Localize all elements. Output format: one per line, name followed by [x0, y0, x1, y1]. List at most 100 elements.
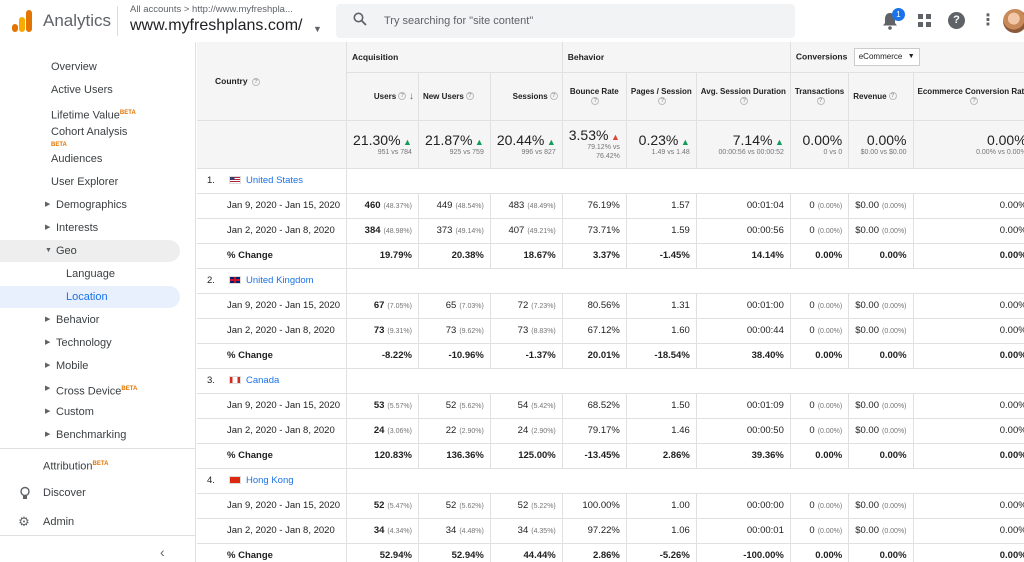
- dimension-header[interactable]: Country ?: [197, 42, 348, 121]
- help-icon[interactable]: ?: [948, 12, 965, 29]
- sidebar-item-attribution[interactable]: AttributionBETA: [0, 453, 180, 475]
- totals-cell: 0.00% $0.00 vs $0.00: [848, 120, 914, 169]
- metric-share: (7.03%): [459, 303, 484, 310]
- metric-value: 76.19%: [587, 200, 620, 211]
- totals-value: 3.53%: [568, 127, 609, 143]
- totals-value: 21.30%: [353, 131, 401, 148]
- metric-share: (0.00%): [882, 428, 907, 435]
- column-header-label: Revenue: [853, 91, 887, 101]
- sidebar-item-cross-device[interactable]: ▶ Cross DeviceBETA: [0, 378, 180, 400]
- more-vert-icon[interactable]: ⋮: [980, 12, 996, 30]
- search-input[interactable]: [384, 12, 774, 30]
- metric-cell: -18.54%: [626, 343, 697, 369]
- sidebar-item-label: Mobile: [56, 360, 89, 372]
- help-icon[interactable]: ?: [658, 96, 667, 105]
- metric-value: 00:00:00: [746, 500, 784, 511]
- metric-share: (48.49%): [527, 203, 556, 210]
- caret-down-icon[interactable]: ▼: [313, 24, 322, 34]
- row-index: 2.: [207, 275, 215, 286]
- sidebar-item-admin[interactable]: ⚙ Admin: [0, 511, 180, 533]
- metric-cell: -1.37%: [490, 343, 563, 369]
- sidebar-item-benchmarking[interactable]: ▶ Benchmarking: [0, 424, 180, 446]
- sidebar-item-discover[interactable]: Discover: [0, 482, 180, 504]
- sidebar-item-behavior[interactable]: ▶ Behavior: [0, 309, 180, 331]
- metric-value: 19.79%: [379, 250, 412, 261]
- metric-value: 00:00:50: [746, 425, 784, 436]
- column-header[interactable]: Pages / Session?: [626, 72, 697, 121]
- metric-value: $0.00: [855, 425, 879, 436]
- metric-cell: 54 (5.42%): [490, 393, 563, 419]
- sidebar-item-custom[interactable]: ▶ Custom: [0, 401, 180, 423]
- metric-share: (0.00%): [882, 228, 907, 235]
- country-link[interactable]: Canada: [246, 375, 279, 386]
- column-header[interactable]: Sessions?: [490, 72, 563, 121]
- column-header[interactable]: Bounce Rate?: [562, 72, 627, 121]
- totals-value: 0.00%: [866, 131, 907, 148]
- help-icon[interactable]: ?: [888, 92, 897, 101]
- metric-cell: 0.00%: [913, 493, 1024, 519]
- conversion-type-select[interactable]: eCommerce ▼: [853, 47, 920, 66]
- sidebar-item-active-users[interactable]: Active Users: [0, 79, 180, 101]
- avatar[interactable]: [1003, 9, 1024, 33]
- sidebar-item-language[interactable]: Language: [0, 263, 180, 285]
- metric-cell: 0.00%: [848, 443, 914, 469]
- collapse-sidebar-chevron-icon[interactable]: ‹: [160, 544, 165, 560]
- row-index: 1.: [207, 175, 215, 186]
- top-bar: Analytics All accounts > http://www.myfr…: [0, 0, 1024, 42]
- column-header[interactable]: Ecommerce Conversion Rate?: [913, 72, 1024, 121]
- help-icon[interactable]: ?: [816, 96, 825, 105]
- metric-cell: 373 (49.14%): [418, 218, 491, 244]
- country-link[interactable]: United Kingdom: [246, 275, 314, 286]
- date-range-label: Jan 2, 2020 - Jan 8, 2020: [197, 518, 348, 544]
- metric-value: 52.94%: [451, 550, 484, 561]
- help-icon[interactable]: ?: [970, 96, 979, 105]
- metric-value: $0.00: [855, 400, 879, 411]
- help-icon[interactable]: ?: [398, 92, 407, 101]
- metric-cell: 1.60: [626, 318, 697, 344]
- help-icon[interactable]: ?: [549, 92, 558, 101]
- sidebar-item-user-explorer[interactable]: User Explorer: [0, 171, 180, 193]
- metric-cell: 20.01%: [562, 343, 627, 369]
- column-header[interactable]: New Users?: [418, 72, 491, 121]
- sidebar-item-cohort-analysis[interactable]: Cohort Analysis BETA: [0, 121, 180, 148]
- column-header[interactable]: Transactions?: [790, 72, 850, 121]
- help-icon[interactable]: ?: [591, 96, 600, 105]
- sidebar-item-geo[interactable]: ▼ Geo: [0, 240, 180, 262]
- sidebar-item-mobile[interactable]: ▶ Mobile: [0, 355, 180, 377]
- account-selector[interactable]: www.myfreshplans.com/: [130, 17, 303, 35]
- sidebar-item-demographics[interactable]: ▶ Demographics: [0, 194, 180, 216]
- beta-badge: BETA: [92, 461, 109, 467]
- column-header[interactable]: Avg. Session Duration?: [696, 72, 791, 121]
- country-link[interactable]: United States: [246, 175, 303, 186]
- country-link[interactable]: Hong Kong: [246, 475, 294, 486]
- sidebar-item-overview[interactable]: Overview: [0, 56, 180, 78]
- column-header[interactable]: Users? ↓: [346, 72, 419, 121]
- metric-share: (4.34%): [387, 528, 412, 535]
- sidebar-item-technology[interactable]: ▶ Technology: [0, 332, 180, 354]
- account-breadcrumb[interactable]: All accounts > http://www.myfreshpla...: [130, 4, 293, 15]
- help-icon[interactable]: ?: [465, 92, 474, 101]
- totals-cell: 21.87% ▲ 925 vs 759: [418, 120, 491, 169]
- metric-cell: 0.00%: [848, 543, 914, 562]
- metric-value: 00:01:09: [746, 400, 784, 411]
- metric-value: -1.37%: [525, 350, 556, 361]
- sidebar-item-audiences[interactable]: Audiences: [0, 148, 180, 170]
- apps-grid-icon[interactable]: [918, 14, 932, 28]
- sidebar-item-label: Language: [66, 268, 115, 280]
- column-header[interactable]: Revenue?: [848, 72, 914, 121]
- sidebar-item-interests[interactable]: ▶ Interests: [0, 217, 180, 239]
- metric-value: 0.00%: [999, 400, 1024, 411]
- metric-cell: 00:00:01: [696, 518, 791, 544]
- search-bar[interactable]: [336, 4, 795, 38]
- metric-value: 136.36%: [446, 450, 484, 461]
- sidebar-item-location[interactable]: Location: [0, 286, 180, 308]
- analytics-logo-icon[interactable]: [12, 10, 32, 32]
- metric-cell: 125.00%: [490, 443, 563, 469]
- flag-us-icon: [229, 176, 241, 185]
- metric-value: 384: [364, 225, 381, 236]
- metric-share: (0.00%): [817, 303, 843, 310]
- metric-cell: 73 (9.62%): [418, 318, 491, 344]
- help-icon[interactable]: ?: [251, 77, 260, 86]
- sort-arrow-icon[interactable]: ↓: [406, 91, 414, 102]
- help-icon[interactable]: ?: [740, 96, 749, 105]
